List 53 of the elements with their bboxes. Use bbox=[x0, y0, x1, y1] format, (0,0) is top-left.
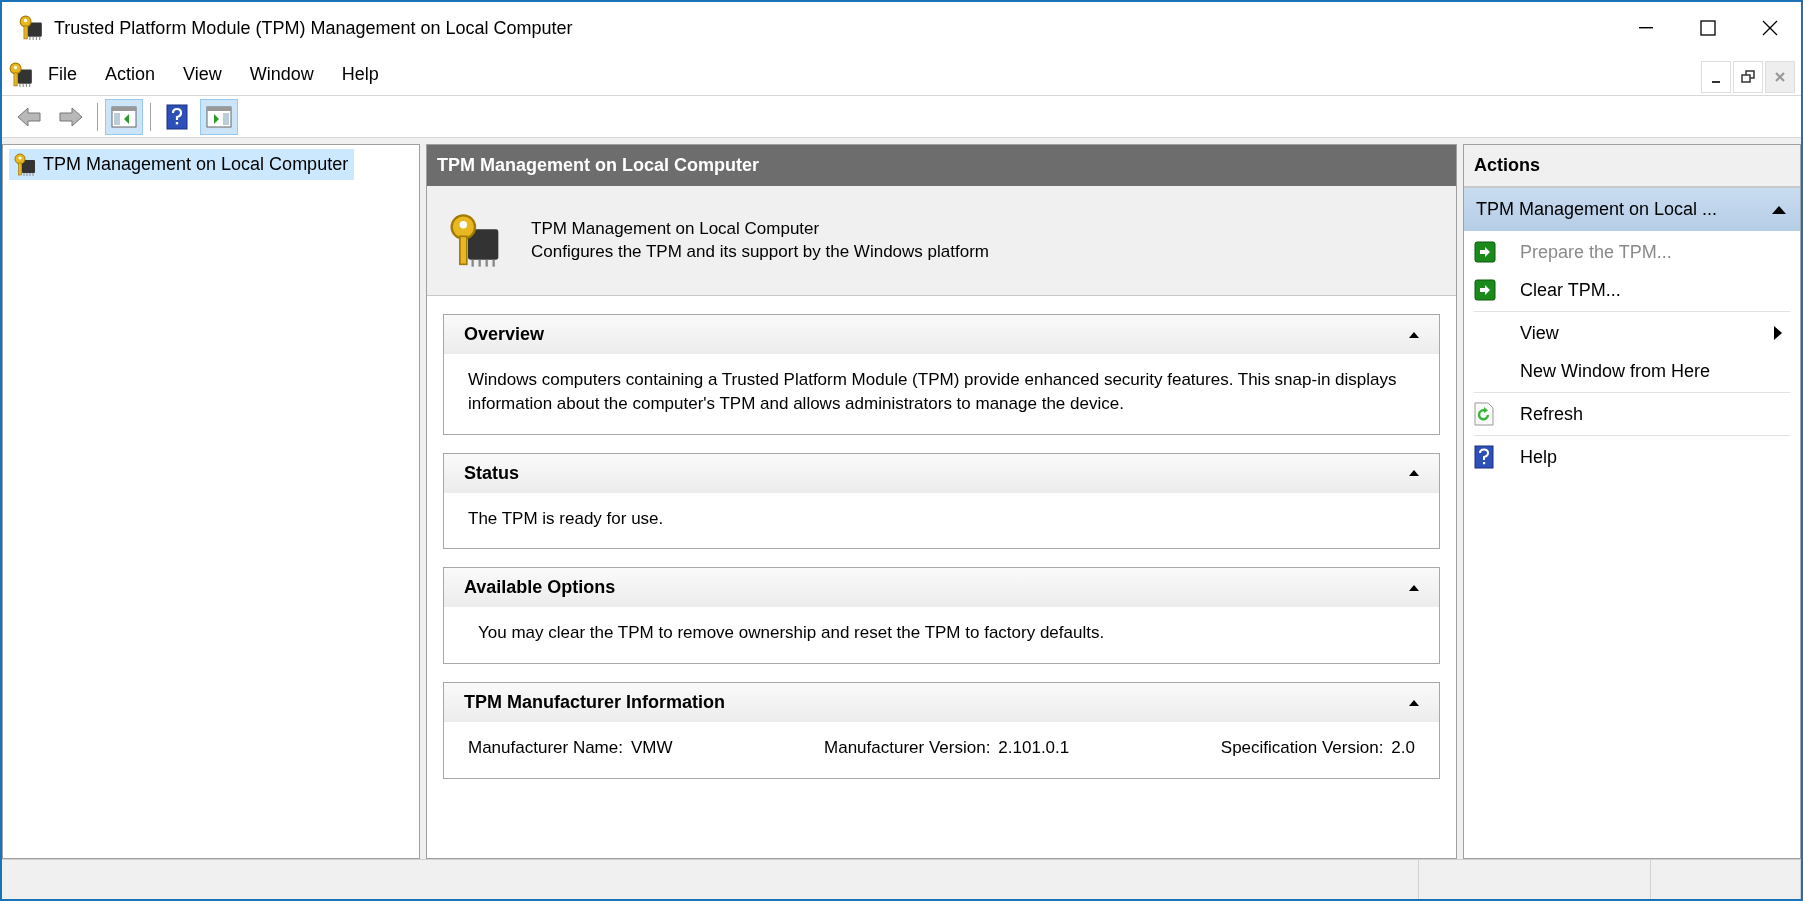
minimize-icon bbox=[1639, 27, 1653, 29]
task-link[interactable]: Refresh bbox=[1474, 395, 1790, 433]
task-link[interactable]: Help bbox=[1474, 438, 1790, 476]
collapse-icon[interactable] bbox=[1409, 584, 1419, 591]
collapse-icon[interactable] bbox=[1409, 699, 1419, 706]
field-value: 2.101.0.1 bbox=[998, 737, 1070, 760]
section-title: TPM Manufacturer Information bbox=[464, 691, 725, 715]
help-icon bbox=[166, 103, 188, 130]
pane-action-icon bbox=[206, 105, 232, 128]
task-link[interactable]: New Window from Here bbox=[1474, 352, 1790, 390]
collapse-icon[interactable] bbox=[1409, 470, 1419, 477]
snapin-description: Configures the TPM and its support by the Windows platform bbox=[531, 240, 989, 263]
forward-arrow-icon bbox=[58, 105, 84, 128]
task-link[interactable]: Clear TPM... bbox=[1474, 271, 1790, 309]
section-title: Overview bbox=[464, 323, 545, 346]
pane-tree-button[interactable] bbox=[105, 98, 143, 135]
minimize-icon bbox=[1712, 81, 1720, 83]
pane-header: TPM Management on Local Computer bbox=[427, 145, 1456, 186]
tree-item[interactable]: TPM Management on Local Computer bbox=[9, 149, 355, 180]
field-value: VMW bbox=[630, 737, 673, 760]
close-icon bbox=[1761, 19, 1779, 37]
option-text: You may clear the TPM to remove ownership and reset the TPM to factory defaults. bbox=[477, 622, 1106, 645]
key-chip-icon bbox=[8, 61, 34, 88]
field-label: Manufacturer Name: bbox=[468, 737, 623, 760]
task-link[interactable]: View bbox=[1474, 314, 1790, 352]
field-value: 2.0 bbox=[1391, 737, 1415, 760]
menu-item[interactable]: File bbox=[34, 59, 91, 90]
submenu-arrow-icon bbox=[1774, 326, 1782, 340]
actions-header: Actions bbox=[1464, 145, 1800, 188]
window-title: Trusted Platform Module (TPM) Management on Local Computer bbox=[54, 16, 573, 40]
back-arrow-icon bbox=[16, 105, 42, 128]
restore-button[interactable] bbox=[1733, 61, 1763, 93]
refresh-icon bbox=[1474, 402, 1494, 426]
menu-item[interactable]: View bbox=[169, 59, 236, 90]
menu-item[interactable]: Action bbox=[91, 59, 170, 90]
section-title: Status bbox=[464, 461, 519, 485]
field-label: Specification Version: bbox=[1220, 737, 1384, 760]
help-icon bbox=[1474, 445, 1494, 469]
action-group-header[interactable]: TPM Management on Local ... bbox=[1464, 188, 1800, 231]
section-text: Windows computers containing a Trusted Platform Module (TPM) provide enhanced security features. This snap-in displays information about the computer's TPM and allows administrators to manage the device. bbox=[467, 369, 1398, 415]
close-icon bbox=[1774, 71, 1786, 83]
field-label: Manufacturer Version: bbox=[824, 737, 991, 760]
key-chip-icon bbox=[13, 152, 37, 177]
section-text: The TPM is ready for use. bbox=[467, 507, 665, 530]
pane-tree-icon bbox=[111, 105, 137, 128]
snapin-title: TPM Management on Local Computer bbox=[531, 218, 821, 241]
key-chip-icon bbox=[18, 15, 44, 42]
restore-icon bbox=[1741, 70, 1755, 84]
collapse-icon[interactable] bbox=[1409, 331, 1419, 338]
menu-item[interactable]: Window bbox=[235, 59, 328, 90]
maximize-icon bbox=[1699, 19, 1717, 37]
section-title: Available Options bbox=[464, 576, 616, 600]
menu-item[interactable]: Help bbox=[327, 59, 393, 90]
